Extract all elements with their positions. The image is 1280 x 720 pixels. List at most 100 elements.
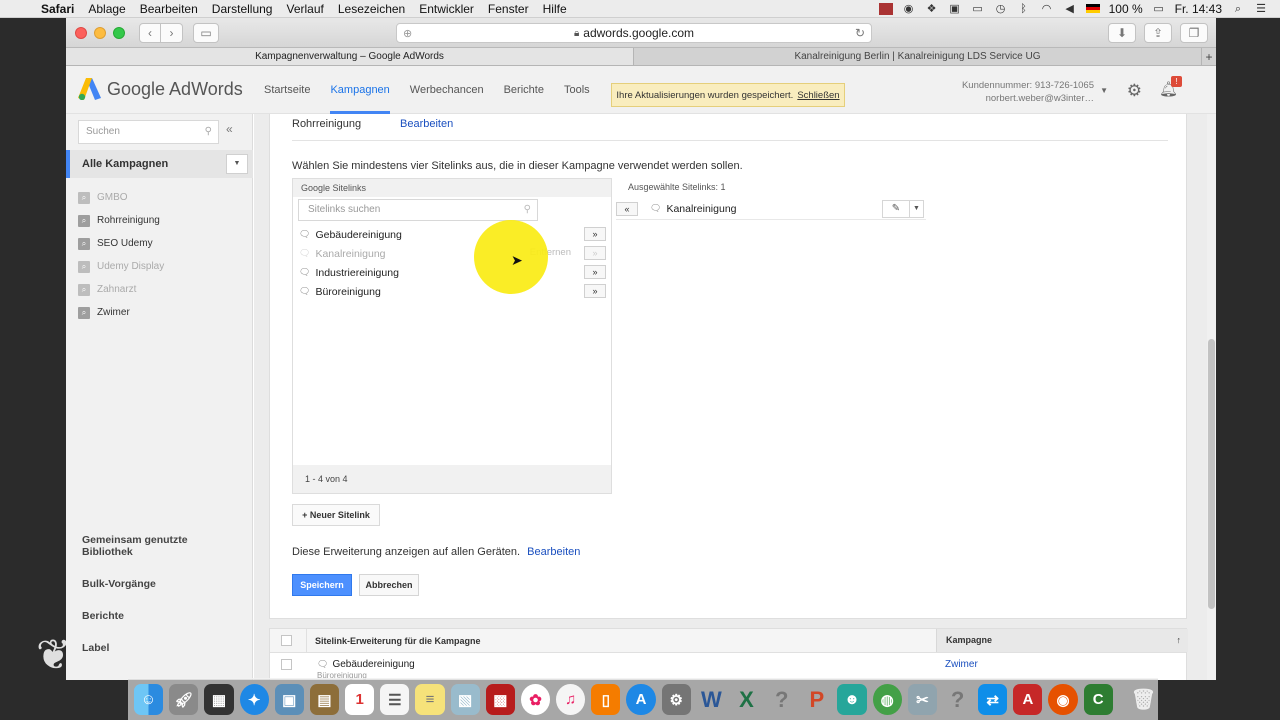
row-sitelink[interactable]: 🗨︎ Gebäudereinigung <box>317 659 415 670</box>
remove-sitelink-button[interactable]: « <box>616 201 638 216</box>
mission-control-icon[interactable]: ▦ <box>204 684 234 715</box>
bluetooth-icon[interactable]: ᛒ <box>1017 3 1031 15</box>
safari-icon[interactable]: ✦ <box>239 684 269 715</box>
campaign-edit-link[interactable]: Bearbeiten <box>400 118 453 130</box>
chevron-down-icon[interactable]: ▼ <box>226 154 248 174</box>
airplay-icon[interactable]: ▭ <box>971 3 985 15</box>
photo-booth-icon[interactable]: ▩ <box>485 684 515 715</box>
finder-icon[interactable]: ☺ <box>134 684 164 715</box>
tab-kanalreinigung[interactable]: Kanalreinigung Berlin | Kanalreinigung L… <box>634 48 1202 65</box>
time-machine-icon[interactable]: ◷ <box>994 3 1008 15</box>
volume-icon[interactable]: ◀ <box>1063 3 1077 15</box>
list-item[interactable]: 🗨︎ Kanalreinigung Entfernen » <box>293 244 611 263</box>
account-info[interactable]: Kundennummer: 913-726-1065 norbert.weber… <box>962 79 1094 105</box>
save-button[interactable]: Speichern <box>292 574 352 596</box>
nav-kampagnen[interactable]: Kampagnen <box>320 66 399 114</box>
menu-entwickler[interactable]: Entwickler <box>412 2 481 16</box>
add-sitelink-button[interactable]: » <box>584 227 606 241</box>
itunes-icon[interactable]: ♫ <box>556 684 586 715</box>
sidebar-item-udemy-display[interactable]: ⌕ Udemy Display <box>78 255 164 278</box>
team-icon[interactable]: ☻ <box>837 684 867 715</box>
sync-icon[interactable]: ▣ <box>948 3 962 15</box>
teamviewer-icon[interactable]: ⇄ <box>978 684 1008 715</box>
chevron-down-icon[interactable]: ▼ <box>910 200 924 218</box>
reload-icon[interactable]: ↻ <box>855 26 865 40</box>
new-sitelink-button[interactable]: + Neuer Sitelink <box>292 504 380 526</box>
device-edit-link[interactable]: Bearbeiten <box>527 546 580 558</box>
menu-fenster[interactable]: Fenster <box>481 2 536 16</box>
photos-icon[interactable]: ✿ <box>520 684 551 715</box>
network-globe-icon[interactable]: ◍ <box>872 684 902 715</box>
sidebar-item-zahnarzt[interactable]: ⌕ Zahnarzt <box>78 278 164 301</box>
zoom-window-button[interactable] <box>113 26 125 39</box>
word-icon[interactable]: W <box>697 684 726 715</box>
flag-de-icon[interactable] <box>1085 4 1100 13</box>
scrollbar-thumb[interactable] <box>1208 339 1215 609</box>
app-store-icon[interactable]: A <box>626 684 656 715</box>
row-checkbox[interactable] <box>281 659 292 670</box>
menu-hilfe[interactable]: Hilfe <box>536 2 574 16</box>
dropbox-icon[interactable]: ❖ <box>925 3 939 15</box>
unknown-app-icon[interactable]: ? <box>767 684 796 715</box>
nav-startseite[interactable]: Startseite <box>254 66 320 114</box>
reminders-icon[interactable]: ☰ <box>380 684 410 715</box>
steam-icon[interactable]: ◉ <box>902 3 916 15</box>
notice-close-link[interactable]: Schließen <box>797 90 839 101</box>
close-window-button[interactable] <box>75 26 87 39</box>
wifi-icon[interactable]: ◠ <box>1040 3 1054 15</box>
cancel-button[interactable]: Abbrechen <box>359 574 419 596</box>
privacy-icon[interactable]: ⊕ <box>403 27 412 40</box>
tabs-overview-button[interactable]: ❐ <box>1180 23 1208 43</box>
notes-icon[interactable]: ≡ <box>415 684 445 715</box>
column-sitelink[interactable]: Sitelink-Erweiterung für die Kampagne <box>315 636 481 646</box>
unknown-app-icon[interactable]: ? <box>943 684 972 715</box>
preview-icon[interactable]: ▣ <box>274 684 304 715</box>
calendar-icon[interactable]: 1 <box>345 684 375 715</box>
add-sitelink-button[interactable]: » <box>584 265 606 279</box>
menu-ablage[interactable]: Ablage <box>81 2 132 16</box>
sidebar-item-gmbo[interactable]: ⌕ GMBO <box>78 186 164 209</box>
clock[interactable]: Fr. 14:43 <box>1175 2 1222 16</box>
system-preferences-icon[interactable]: ⚙ <box>661 684 691 715</box>
add-sitelink-button[interactable]: » <box>584 284 606 298</box>
spotlight-icon[interactable]: ⌕ <box>1231 3 1245 15</box>
utility-tools-icon[interactable]: ✂ <box>907 684 937 715</box>
minimize-window-button[interactable] <box>94 26 106 39</box>
record-icon[interactable] <box>878 2 893 15</box>
sidebar-link-shared-library[interactable]: Gemeinsam genutzte Bibliothek <box>82 534 202 558</box>
menu-darstellung[interactable]: Darstellung <box>205 2 280 16</box>
battery-status[interactable]: 100 % <box>1109 2 1143 16</box>
menu-bearbeiten[interactable]: Bearbeiten <box>133 2 205 16</box>
sidebar-item-rohrreinigung[interactable]: ⌕ Rohrreinigung <box>78 209 164 232</box>
notebook-icon[interactable]: ▤ <box>309 684 340 715</box>
tab-adwords[interactable]: Kampagnenverwaltung – Google AdWords <box>66 48 634 65</box>
account-dropdown-icon[interactable]: ▼ <box>1100 86 1108 95</box>
powerpoint-icon[interactable]: P <box>802 684 831 715</box>
image-capture-icon[interactable]: ▧ <box>450 684 480 715</box>
ibooks-icon[interactable]: ▯ <box>591 684 621 715</box>
list-item[interactable]: 🗨︎ Gebäudereinigung » <box>293 225 611 244</box>
address-bar[interactable]: ⊕ 🔒︎ adwords.google.com ↻ <box>396 23 872 43</box>
menu-safari[interactable]: Safari <box>34 2 81 16</box>
downloads-button[interactable]: ⬇ <box>1108 23 1136 43</box>
pencil-icon[interactable]: ✎ <box>882 200 910 218</box>
menu-lesezeichen[interactable]: Lesezeichen <box>331 2 412 16</box>
select-all-checkbox[interactable] <box>281 635 292 646</box>
firefox-icon[interactable]: ◉ <box>1048 684 1078 715</box>
sidebar-link-label[interactable]: Label <box>82 642 202 654</box>
launchpad-icon[interactable]: 🚀︎ <box>169 684 199 715</box>
add-sitelink-button[interactable]: » <box>584 246 606 260</box>
collapse-sidebar-icon[interactable]: « <box>226 122 233 136</box>
excel-icon[interactable]: X <box>732 684 761 715</box>
camtasia-icon[interactable]: C <box>1083 684 1113 715</box>
list-item[interactable]: 🗨︎ Büroreinigung » <box>293 282 611 301</box>
column-campaign[interactable]: Kampagne ↑ <box>936 629 1188 652</box>
campaign-search-input[interactable]: Suchen ⚲ <box>78 120 219 144</box>
all-campaigns-item[interactable]: Alle Kampagnen ▼ <box>66 150 253 178</box>
page-scrollbar[interactable] <box>1207 114 1216 680</box>
sidebar-link-bulk[interactable]: Bulk-Vorgänge <box>82 578 202 590</box>
sitelink-search-input[interactable]: Sitelinks suchen ⚲ <box>298 199 538 221</box>
nav-werbechancen[interactable]: Werbechancen <box>400 66 494 114</box>
acrobat-icon[interactable]: A <box>1013 684 1043 715</box>
back-button[interactable]: ‹ <box>139 22 161 43</box>
